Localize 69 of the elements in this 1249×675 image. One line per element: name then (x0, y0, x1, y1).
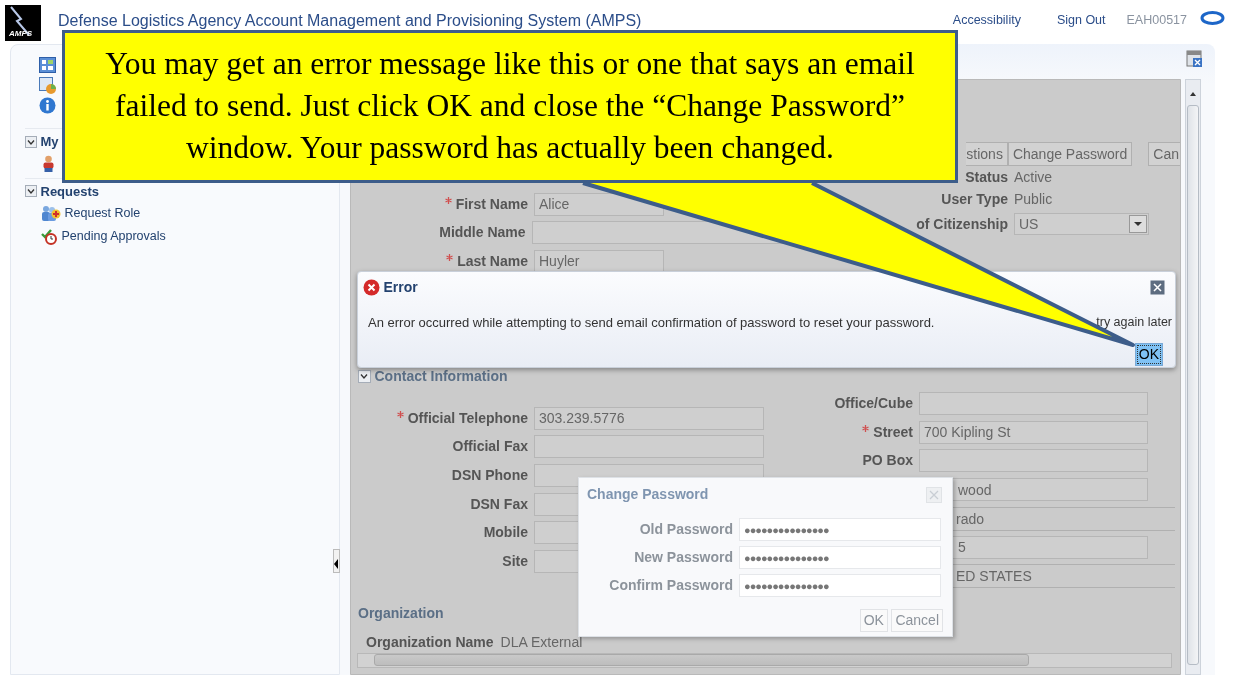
dialog-button[interactable]: Cancel (891, 609, 943, 632)
field-label: Organization Name (366, 632, 494, 652)
error-message: An error occurred while attempting to send email confirmation of password to reset your password. (368, 314, 935, 332)
grid-icon[interactable] (39, 57, 56, 73)
app-title: Defense Logistics Agency Account Management and Provisioning System (AMPS) (58, 11, 642, 31)
section-title: Contact Information (374, 367, 508, 386)
callout-text: You may get an error message like this or one that says an email failed to send. Just click OK and close the “Change Password” window. Your password has actually been changed. (104, 45, 916, 167)
group-plus-icon[interactable] (41, 204, 61, 222)
toolbar-button[interactable]: stions (966, 142, 1008, 166)
input-field[interactable] (919, 391, 1148, 415)
close-icon[interactable] (1150, 280, 1165, 295)
field-value: DLA External (500, 632, 583, 652)
section-title: My (40, 133, 59, 151)
horizontal-scrollbar[interactable] (357, 652, 1172, 668)
toolbar-button[interactable]: Change Password (1007, 142, 1133, 166)
password-field[interactable]: ●●●●●●●●●●●●●●● (739, 546, 941, 569)
field-label: of Citizenship (916, 215, 1008, 232)
field-label: Old Password (639, 521, 733, 537)
splitter-handle[interactable] (333, 549, 340, 573)
field-value: Active (1014, 167, 1053, 187)
input-field[interactable] (919, 449, 1148, 473)
field-label: Office/Cube (834, 394, 913, 411)
dialog-button[interactable]: OK (859, 609, 888, 632)
input-field[interactable]: 700 Kipling St (919, 420, 1148, 444)
field-label: Middle Name (439, 224, 526, 241)
sidebar-link[interactable]: Request Role (64, 204, 141, 223)
person-icon[interactable] (41, 154, 56, 172)
field-label: New Password (634, 549, 733, 565)
field-label: Mobile (483, 524, 528, 541)
collapse-icon[interactable] (25, 135, 37, 148)
error-icon (363, 279, 380, 296)
error-message-end: try again later (1096, 314, 1172, 331)
header-link[interactable]: Accessibility (952, 11, 1021, 30)
input-field[interactable]: Huyler (534, 249, 664, 273)
dialog-title: Change Password (587, 485, 709, 504)
close-window-icon[interactable] (1186, 50, 1203, 68)
field-label: First Name (455, 195, 528, 212)
chart-icon[interactable] (39, 76, 56, 94)
field-label: DSN Fax (470, 495, 528, 512)
section-title: Requests (40, 182, 100, 201)
password-field[interactable]: ●●●●●●●●●●●●●●● (739, 574, 941, 597)
field-label: Confirm Password (609, 577, 733, 593)
field-label: Street (873, 423, 913, 440)
collapse-icon[interactable] (25, 185, 37, 198)
field-label: DSN Phone (451, 467, 528, 483)
input-field[interactable]: 303.239.5776 (534, 406, 764, 430)
field-label: Official Telephone (407, 409, 528, 426)
info-icon[interactable] (39, 97, 56, 114)
check-clock-icon[interactable] (41, 227, 58, 245)
password-field[interactable]: ●●●●●●●●●●●●●●● (739, 518, 941, 541)
field-label: Official Fax (452, 438, 528, 455)
input-field[interactable] (534, 435, 764, 459)
logo-text: AMPS (9, 28, 33, 40)
dialog-title: Error (383, 278, 418, 297)
ok-button[interactable]: OK (1134, 342, 1163, 366)
vertical-scrollbar[interactable] (1185, 79, 1201, 675)
field-label: Last Name (457, 252, 528, 269)
dropdown-field[interactable]: US (1014, 213, 1149, 235)
header-link[interactable]: Sign Out (1056, 11, 1106, 30)
field-label: Status (965, 168, 1008, 185)
collapse-icon[interactable] (358, 370, 371, 383)
field-label: PO Box (862, 452, 913, 469)
field-label: Site (502, 552, 528, 569)
user-id: EAH00517 (1126, 12, 1187, 29)
field-value: Public (1014, 189, 1053, 209)
section-title: Organization (358, 603, 444, 623)
sidebar-link[interactable]: Pending Approvals (61, 226, 166, 246)
toolbar-button[interactable]: Can (1148, 142, 1180, 166)
field-label: User Type (941, 190, 1008, 207)
